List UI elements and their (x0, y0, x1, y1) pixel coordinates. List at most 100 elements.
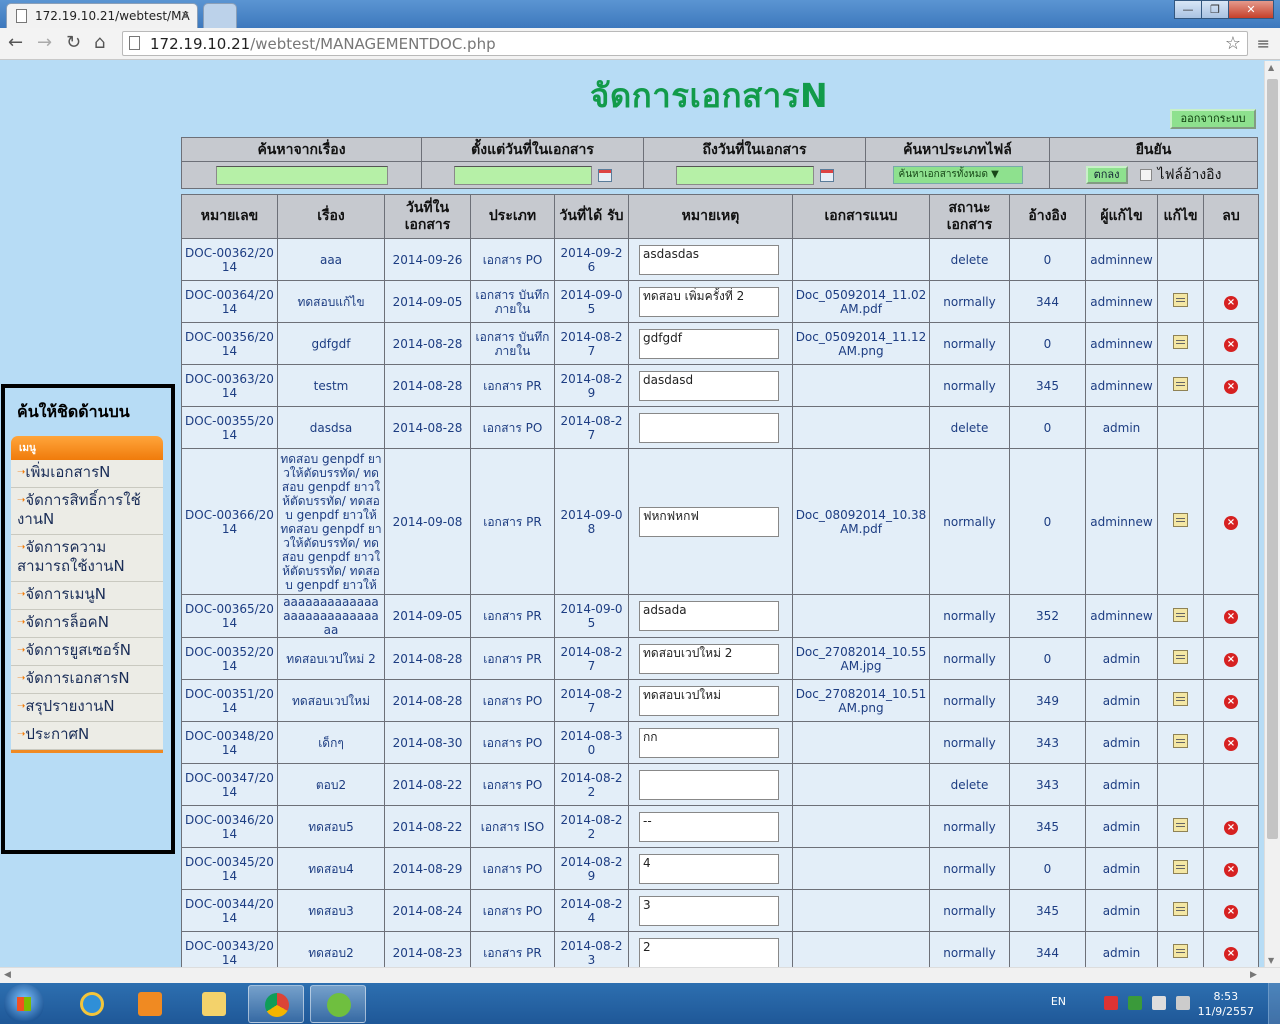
subject-search-input[interactable] (215, 165, 388, 185)
logout-button[interactable]: ออกจากระบบ (1170, 109, 1256, 129)
delete-icon[interactable]: × (1224, 736, 1238, 751)
doc-attachment[interactable] (792, 931, 930, 967)
confirm-button[interactable]: ตกลง (1085, 166, 1128, 184)
note-input[interactable]: ทดสอบเวปใหม่ (639, 685, 779, 716)
taskbar-app[interactable] (310, 985, 366, 1023)
doc-attachment[interactable] (792, 847, 930, 890)
reload-icon[interactable]: ↻ (66, 32, 81, 53)
tab-close-icon[interactable]: × (181, 8, 190, 21)
delete-icon[interactable]: × (1224, 904, 1238, 919)
edit-icon[interactable] (1173, 650, 1188, 664)
edit-icon[interactable] (1173, 902, 1188, 916)
bookmark-star-icon[interactable]: ☆ (1225, 33, 1241, 54)
doc-attachment[interactable] (792, 721, 930, 764)
language-indicator[interactable]: EN (1051, 995, 1066, 1008)
to-date-input[interactable] (675, 165, 814, 185)
doc-attachment[interactable] (792, 406, 930, 449)
note-input[interactable]: 4 (639, 853, 779, 884)
taskbar-explorer[interactable] (186, 985, 242, 1023)
doc-attachment[interactable]: Doc_05092014_11.02 AM.pdf (792, 280, 930, 323)
scroll-thumb[interactable] (1267, 79, 1278, 839)
address-bar[interactable]: 172.19.10.21/webtest/MANAGEMENTDOC.php ☆ (122, 31, 1248, 56)
vertical-scrollbar[interactable]: ▲ ▼ (1264, 61, 1280, 967)
sidebar-item[interactable]: ➝จัดการเมนูN (11, 582, 163, 610)
note-input[interactable]: adsada (639, 601, 779, 631)
doc-attachment[interactable] (792, 238, 930, 281)
delete-icon[interactable]: × (1224, 515, 1238, 530)
sidebar-item[interactable]: ➝จัดการเอกสารN (11, 666, 163, 694)
close-window-button[interactable]: ✕ (1228, 0, 1274, 19)
sidebar-item[interactable]: ➝จัดการล็อคN (11, 610, 163, 638)
sidebar-item[interactable]: ➝ประกาศN (11, 722, 163, 750)
note-input[interactable]: gdfgdf (639, 328, 779, 359)
doc-attachment[interactable]: Doc_27082014_10.51 AM.png (792, 679, 930, 722)
edit-icon[interactable] (1173, 293, 1188, 307)
show-desktop-button[interactable] (1268, 983, 1280, 1024)
calendar-icon[interactable] (819, 168, 834, 182)
taskbar-chrome[interactable] (248, 985, 304, 1023)
tab-current[interactable]: 172.19.10.21/webtest/MA × (6, 3, 198, 28)
sidebar-item[interactable]: ➝เพิ่มเอกสารN (11, 460, 163, 488)
action-center-icon[interactable] (1104, 996, 1118, 1010)
clock[interactable]: 8:53 11/9/2557 (1198, 989, 1254, 1019)
maximize-button[interactable]: ❐ (1201, 0, 1229, 19)
scroll-down-arrow-icon[interactable]: ▼ (1268, 956, 1274, 965)
delete-icon[interactable]: × (1224, 379, 1238, 394)
note-input[interactable] (639, 412, 779, 443)
edit-icon[interactable] (1173, 377, 1188, 391)
delete-icon[interactable]: × (1224, 295, 1238, 310)
scroll-right-arrow-icon[interactable]: ▶ (1250, 970, 1257, 980)
edit-icon[interactable] (1173, 944, 1188, 958)
note-input[interactable]: กก (639, 727, 779, 758)
delete-icon[interactable]: × (1224, 946, 1238, 961)
doc-attachment[interactable]: Doc_05092014_11.12 AM.png (792, 322, 930, 365)
taskbar-ie[interactable] (64, 985, 120, 1023)
taskbar-media-player[interactable] (122, 985, 178, 1023)
edit-icon[interactable] (1173, 692, 1188, 706)
doc-attachment[interactable] (792, 364, 930, 407)
volume-icon[interactable] (1176, 996, 1190, 1010)
horizontal-scrollbar[interactable]: ◀ ▶ (0, 967, 1280, 983)
note-input[interactable]: asdasdas (639, 244, 779, 275)
note-input[interactable] (639, 769, 779, 800)
minimize-button[interactable]: — (1174, 0, 1202, 19)
calendar-icon[interactable] (597, 168, 612, 182)
edit-icon[interactable] (1173, 335, 1188, 349)
delete-icon[interactable]: × (1224, 610, 1238, 624)
scroll-up-arrow-icon[interactable]: ▲ (1268, 63, 1274, 72)
doc-attachment[interactable] (792, 889, 930, 932)
note-input[interactable]: 2 (639, 937, 779, 967)
note-input[interactable]: 3 (639, 895, 779, 926)
note-input[interactable]: dasdasd (639, 370, 779, 401)
doc-attachment[interactable] (792, 763, 930, 806)
delete-icon[interactable]: × (1224, 820, 1238, 835)
sidebar-item[interactable]: ➝สรุปรายงานN (11, 694, 163, 722)
sidebar-item[interactable]: ➝จัดการยูสเซอร์N (11, 638, 163, 666)
file-type-select[interactable]: ค้นหาเอกสารทั้งหมด ▼ (892, 166, 1023, 184)
start-button[interactable] (4, 984, 44, 1024)
network-icon[interactable] (1152, 996, 1166, 1010)
doc-attachment[interactable]: Doc_08092014_10.38 AM.pdf (792, 448, 930, 595)
delete-icon[interactable]: × (1224, 337, 1238, 352)
delete-icon[interactable]: × (1224, 862, 1238, 877)
note-input[interactable]: ฟหกฟหกฟ (639, 506, 779, 537)
forward-icon[interactable]: → (37, 32, 52, 53)
reference-file-checkbox[interactable] (1139, 169, 1152, 181)
note-input[interactable]: -- (639, 811, 779, 842)
note-input[interactable]: ทดสอบเวปใหม่ 2 (639, 643, 779, 674)
from-date-input[interactable] (453, 165, 592, 185)
doc-attachment[interactable]: Doc_27082014_10.55 AM.jpg (792, 637, 930, 680)
browser-menu-icon[interactable]: ≡ (1257, 34, 1270, 53)
new-tab-button[interactable] (203, 3, 237, 28)
edit-icon[interactable] (1173, 513, 1188, 527)
home-icon[interactable]: ⌂ (94, 32, 105, 53)
edit-icon[interactable] (1173, 607, 1188, 622)
back-icon[interactable]: ← (8, 32, 23, 53)
drive-icon[interactable] (1128, 996, 1142, 1010)
edit-icon[interactable] (1173, 818, 1188, 832)
edit-icon[interactable] (1173, 860, 1188, 874)
scroll-left-arrow-icon[interactable]: ◀ (4, 970, 11, 980)
sidebar-item[interactable]: ➝จัดการสิทธิ์การใช้งานN (11, 488, 163, 535)
delete-icon[interactable]: × (1224, 652, 1238, 667)
doc-attachment[interactable] (792, 594, 930, 638)
